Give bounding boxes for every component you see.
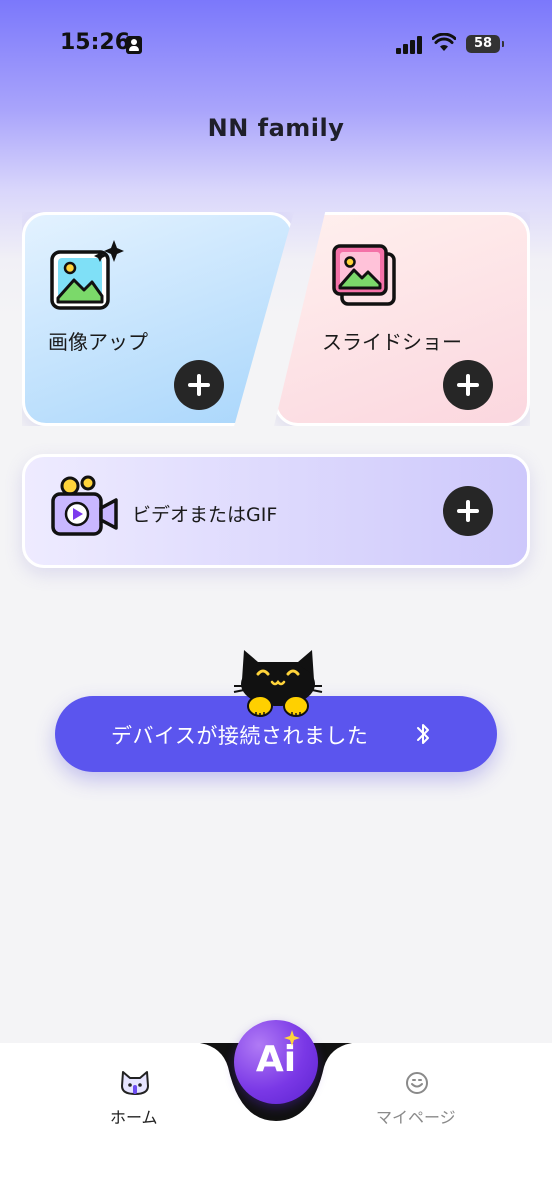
- status-time: 15:26: [60, 30, 131, 55]
- status-bar: 15:26 58: [0, 0, 552, 90]
- photo-upload-add-button[interactable]: [174, 360, 224, 410]
- video-camera-icon: [51, 475, 118, 536]
- tab-mypage[interactable]: マイページ: [376, 1104, 456, 1128]
- image-stack-icon: [332, 244, 396, 306]
- device-connected-label: デバイスが接続されました: [111, 724, 369, 748]
- slideshow-card[interactable]: [274, 212, 530, 426]
- ai-button[interactable]: Ai: [234, 1020, 318, 1104]
- video-gif-add-button[interactable]: [443, 486, 493, 536]
- page-title: NN family: [207, 114, 345, 142]
- sparkle-icon: [284, 1030, 300, 1046]
- slideshow-add-button[interactable]: [443, 360, 493, 410]
- bluetooth-icon: [417, 724, 429, 744]
- video-gif-label: ビデオまたはGIF: [132, 504, 278, 526]
- photo-upload-label: 画像アップ: [48, 330, 148, 354]
- battery-icon: 58: [466, 35, 504, 53]
- tab-home[interactable]: ホーム: [110, 1104, 158, 1128]
- cat-home-icon[interactable]: [120, 1070, 150, 1096]
- image-sparkle-icon: [50, 240, 124, 310]
- smiley-icon[interactable]: [405, 1071, 429, 1095]
- wifi-icon: [432, 33, 456, 51]
- person-icon: [126, 36, 142, 54]
- slideshow-label: スライドショー: [322, 330, 462, 354]
- ai-button-label: Ai: [255, 1039, 297, 1080]
- cat-mascot-icon: [233, 650, 323, 717]
- signal-icon: [396, 36, 422, 54]
